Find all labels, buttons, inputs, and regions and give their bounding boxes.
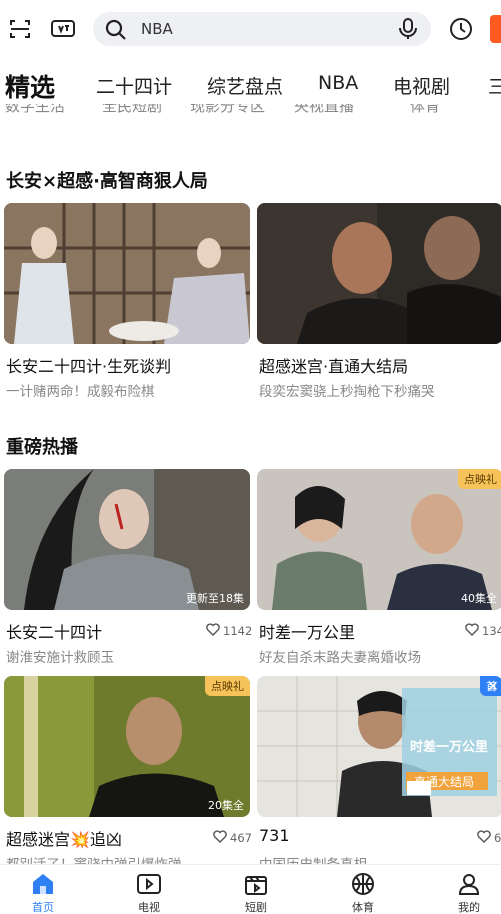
tv-cast-icon[interactable] [48,14,78,44]
short-video-icon [226,871,286,897]
category-row: 数字生活 全民短剧 现影分专区 央视直播 体育 [0,104,501,118]
tab-variety-review[interactable]: 综艺盘点 [207,72,283,99]
nav-home[interactable]: 首页 [13,871,73,914]
video-subtitle: 一计赌两命！成毅布险棋 [6,384,155,400]
nav-tv[interactable]: 电视 [119,871,179,914]
heart-icon [465,623,479,639]
basketball-icon [333,871,393,897]
tv-icon [119,871,179,897]
video-card[interactable]: 更新至18集 [4,469,250,610]
search-input[interactable]: NBA [141,20,173,38]
search-bar[interactable]: NBA [93,12,431,46]
like-count-value: 6 [494,831,501,845]
video-card[interactable] [257,203,501,344]
video-thumbnail[interactable] [4,203,250,344]
gift-icon[interactable] [490,15,501,43]
video-title[interactable]: 长安二十四计·生死谈判 [6,353,171,377]
like-count-value: 134 [482,624,501,638]
category-item[interactable]: 央视直播 [294,104,354,116]
overlay-badge: 直通大结局 [414,775,475,789]
heart-icon [213,830,227,846]
section-title: 重磅热播 [6,437,78,458]
premiere-tag: 点映礼 [458,469,501,489]
like-count[interactable]: 6 [477,830,501,846]
category-item[interactable]: 数字生活 [5,104,65,116]
premiere-tag: 点映礼 [205,676,250,696]
bottom-navigation: 首页 电视 短剧 体育 我的 [0,864,501,914]
episode-badge: 20集全 [208,799,244,812]
like-count[interactable]: 134 [465,623,501,639]
video-thumbnail[interactable] [257,203,501,344]
search-icon [104,18,128,46]
video-title[interactable]: 长安二十四计 [6,619,102,643]
video-subtitle: 都别活了！窦骁中弹引爆炸弹 [6,853,182,864]
video-thumbnail[interactable]: 更新至18集 [4,469,250,610]
video-title[interactable]: 时差一万公里 [259,619,355,643]
section-title: 长安×超感·高智商狠人局 [6,171,208,192]
video-title[interactable]: 731 [259,826,290,845]
overlay-title: 时差一万公里 [410,740,489,755]
nav-shorts[interactable]: 短剧 [226,871,286,914]
scan-icon[interactable] [5,14,35,44]
video-subtitle: 好友自杀末路夫妻离婚收场 [259,650,421,666]
profile-icon [439,871,499,897]
close-icon[interactable]: ✕ [487,680,501,694]
tab-24-strategies[interactable]: 二十四计 [96,72,172,99]
video-thumbnail[interactable]: 首 时差一万公里 直通大结局 ✕ [257,676,501,817]
history-icon[interactable] [446,14,476,44]
channel-tabs: 精选 二十四计 综艺盘点 NBA 电视剧 三 [0,62,501,106]
video-title[interactable]: 超感迷宫💥追凶 [6,826,122,850]
heart-icon [477,830,491,846]
category-item[interactable]: 体育 [410,104,440,116]
nav-sports[interactable]: 体育 [333,871,393,914]
video-thumbnail[interactable]: 点映礼 40集全 [257,469,501,610]
video-title[interactable]: 超感迷宫·直通大结局 [259,353,408,377]
video-subtitle: 段奕宏窦骁上秒掏枪下秒痛哭 [259,384,435,400]
episode-badge: 更新至18集 [186,592,244,605]
like-count[interactable]: 467 [213,830,252,846]
top-bar: NBA [0,0,501,58]
tab-more[interactable]: 三 [488,72,501,99]
video-subtitle: 中国历史制备真相 [259,853,367,864]
episode-badge: 40集全 [461,592,497,605]
video-thumbnail[interactable]: 点映礼 20集全 [4,676,250,817]
nav-profile[interactable]: 我的 [439,871,499,914]
microphone-icon[interactable] [397,17,419,45]
video-card[interactable]: 点映礼 20集全 [4,676,250,817]
video-card[interactable] [4,203,250,344]
video-subtitle: 谢淮安施计救顾玉 [6,650,114,666]
category-item[interactable]: 现影分专区 [190,104,265,116]
like-count-value: 467 [230,831,252,845]
tab-tv-series[interactable]: 电视剧 [393,72,450,99]
tab-featured[interactable]: 精选 [5,68,55,104]
home-icon [13,871,73,897]
category-item[interactable]: 全民短剧 [102,104,162,116]
like-count-value: 1142 [223,624,253,638]
video-card[interactable]: 首 时差一万公里 直通大结局 ✕ [257,676,501,817]
video-card[interactable]: 点映礼 40集全 [257,469,501,610]
like-count[interactable]: 1142 [206,623,252,639]
tab-nba[interactable]: NBA [318,72,358,94]
heart-icon [206,623,220,639]
